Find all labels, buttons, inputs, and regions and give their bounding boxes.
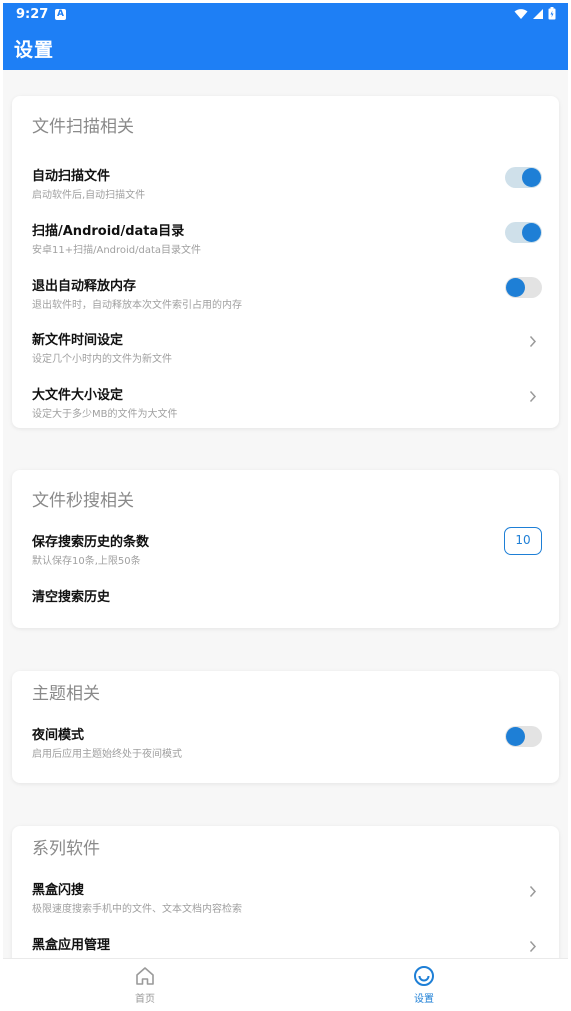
setting-large-file-size[interactable]: 大文件大小设定 设定大于多少MB的文件为大文件 [12,384,559,436]
setting-title: 清空搜索历史 [32,590,111,605]
battery-icon [548,7,556,20]
setting-title: 退出自动释放内存 [32,279,137,294]
nav-home-label: 首页 [135,994,155,1005]
setting-title: 新文件时间设定 [32,333,124,348]
setting-title: 保存搜索历史的条数 [32,535,150,550]
section-theme: 主题相关 夜间模式 启用后应用主题始终处于夜间模式 [12,671,559,783]
app-bar: 9:27 A 设置 [3,3,568,70]
signal-icon [533,8,543,19]
notification-icon: A [55,9,66,20]
smile-icon [414,966,434,986]
setting-subtitle: 安卓11+扫描/Android/data目录文件 [32,245,202,256]
chevron-right-icon [529,885,537,898]
section-title: 文件扫描相关 [32,117,134,137]
history-count-value[interactable]: 10 [504,527,542,555]
setting-new-file-time[interactable]: 新文件时间设定 设定几个小时内的文件为新文件 [12,329,559,381]
status-icons [514,7,556,20]
section-title: 系列软件 [32,839,100,859]
setting-title: 大文件大小设定 [32,388,124,403]
auto-scan-toggle[interactable] [505,167,542,188]
setting-release-memory[interactable]: 退出自动释放内存 退出软件时，自动释放本次文件索引占用的内存 [12,275,559,327]
setting-subtitle: 设定几个小时内的文件为新文件 [32,354,172,365]
wifi-icon [514,8,528,19]
app-heihe-search[interactable]: 黑盒闪搜 极限速度搜索手机中的文件、文本文档内容检索 [12,879,559,931]
section-title: 主题相关 [32,684,100,704]
section-title: 文件秒搜相关 [32,491,134,511]
setting-title: 黑盒应用管理 [32,938,111,953]
chevron-right-icon [529,940,537,953]
status-bar: 9:27 A [3,3,568,27]
setting-clear-history[interactable]: 清空搜索历史 [12,586,559,638]
settings-list[interactable]: 文件扫描相关 自动扫描文件 启动软件后,自动扫描文件 扫描/Android/da… [3,70,568,958]
status-time: 9:27 [16,7,49,22]
setting-subtitle: 极限速度搜索手机中的文件、文本文档内容检索 [32,904,242,915]
page-title: 设置 [14,39,55,61]
chevron-right-icon [529,335,537,348]
setting-night-mode[interactable]: 夜间模式 启用后应用主题始终处于夜间模式 [12,724,559,776]
nav-settings-label: 设置 [414,994,434,1005]
screen: 9:27 A 设置 文件扫描相关 自动扫描文件 启动软件后,自动扫描文件 扫描/… [3,3,568,1008]
app-heihe-app-manager[interactable]: 黑盒应用管理 [12,934,559,958]
setting-title: 黑盒闪搜 [32,883,85,898]
setting-scan-android-data[interactable]: 扫描/Android/data目录 安卓11+扫描/Android/data目录… [12,220,559,272]
release-memory-toggle[interactable] [505,277,542,298]
setting-auto-scan[interactable]: 自动扫描文件 启动软件后,自动扫描文件 [12,165,559,217]
setting-subtitle: 启动软件后,自动扫描文件 [32,190,146,201]
setting-history-count[interactable]: 保存搜索历史的条数 默认保存10条,上限50条 10 [12,527,559,583]
setting-subtitle: 默认保存10条,上限50条 [32,556,141,567]
nav-settings[interactable]: 设置 [384,959,464,1008]
setting-subtitle: 退出软件时，自动释放本次文件索引占用的内存 [32,300,242,311]
section-series-apps: 系列软件 黑盒闪搜 极限速度搜索手机中的文件、文本文档内容检索 黑盒应用管理 [12,826,559,958]
nav-home[interactable]: 首页 [105,959,185,1008]
night-mode-toggle[interactable] [505,726,542,747]
setting-title: 夜间模式 [32,728,85,743]
setting-title: 扫描/Android/data目录 [32,224,185,239]
home-icon [136,967,154,985]
section-file-scan: 文件扫描相关 自动扫描文件 启动软件后,自动扫描文件 扫描/Android/da… [12,96,559,428]
chevron-right-icon [529,390,537,403]
setting-subtitle: 启用后应用主题始终处于夜间模式 [32,749,182,760]
section-quick-search: 文件秒搜相关 保存搜索历史的条数 默认保存10条,上限50条 10 清空搜索历史 [12,470,559,628]
setting-subtitle: 设定大于多少MB的文件为大文件 [32,409,178,420]
setting-title: 自动扫描文件 [32,169,111,184]
scan-android-data-toggle[interactable] [505,222,542,243]
bottom-navigation: 首页 设置 [3,958,568,1008]
